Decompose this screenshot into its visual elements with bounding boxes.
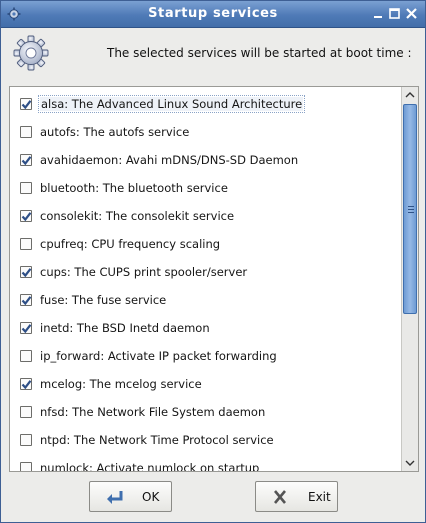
service-label: consolekit: The consolekit service — [40, 209, 235, 223]
service-label: mcelog: The mcelog service — [40, 377, 202, 391]
checkmark-icon — [21, 212, 32, 222]
service-checkbox[interactable] — [20, 294, 32, 306]
service-checkbox[interactable] — [20, 434, 32, 446]
grip-icon — [408, 206, 414, 213]
title-bar[interactable]: Startup services — [1, 1, 425, 28]
service-item[interactable]: fuse: The fuse service — [10, 285, 400, 313]
service-checkbox[interactable] — [20, 210, 32, 222]
service-item[interactable]: inetd: The BSD Inetd daemon — [10, 313, 400, 341]
services-gear-icon — [13, 35, 49, 71]
service-label: cups: The CUPS print spooler/server — [40, 265, 248, 279]
service-checkbox[interactable] — [20, 126, 32, 138]
services-list[interactable]: alsa: The Advanced Linux Sound Architect… — [9, 86, 419, 472]
service-label: bluetooth: The bluetooth service — [40, 181, 228, 195]
checkmark-icon — [21, 100, 32, 110]
scrollbar-thumb[interactable] — [403, 104, 417, 314]
service-checkbox[interactable] — [20, 98, 32, 110]
service-label: numlock: Activate numlock on startup — [40, 461, 260, 472]
service-label: fuse: The fuse service — [40, 293, 167, 307]
service-checkbox[interactable] — [20, 238, 32, 250]
checkmark-icon — [21, 296, 32, 306]
close-icon[interactable] — [405, 7, 418, 20]
service-item[interactable]: ip_forward: Activate IP packet forwardin… — [10, 341, 400, 369]
service-checkbox[interactable] — [20, 154, 32, 166]
service-label: ntpd: The Network Time Protocol service — [40, 433, 274, 447]
ok-button-label: OK — [142, 490, 160, 504]
service-label: autofs: The autofs service — [40, 125, 190, 139]
enter-arrow-icon — [107, 491, 123, 504]
service-checkbox[interactable] — [20, 462, 32, 471]
service-label: nfsd: The Network File System daemon — [40, 405, 266, 419]
service-checkbox[interactable] — [20, 378, 32, 390]
service-checkbox[interactable] — [20, 322, 32, 334]
ok-button[interactable]: OK — [89, 481, 172, 512]
maximize-icon[interactable] — [388, 7, 401, 20]
service-item[interactable]: cpufreq: CPU frequency scaling — [10, 229, 400, 257]
service-item[interactable]: mcelog: The mcelog service — [10, 369, 400, 397]
vertical-scrollbar[interactable] — [401, 87, 418, 471]
checkmark-icon — [21, 324, 32, 334]
startup-services-window: Startup services The selected services w… — [0, 0, 426, 523]
service-label: avahidaemon: Avahi mDNS/DNS-SD Daemon — [40, 153, 299, 167]
scroll-down-icon[interactable] — [402, 455, 418, 471]
service-item[interactable]: cups: The CUPS print spooler/server — [10, 257, 400, 285]
scroll-up-icon[interactable] — [402, 87, 418, 103]
service-label: inetd: The BSD Inetd daemon — [40, 321, 210, 335]
minimize-icon[interactable] — [372, 7, 385, 20]
exit-x-icon — [274, 490, 286, 504]
instruction-text: The selected services will be started at… — [107, 46, 412, 60]
exit-button-label: Exit — [308, 490, 331, 504]
service-label: ip_forward: Activate IP packet forwardin… — [40, 349, 277, 363]
checkmark-icon — [21, 268, 32, 278]
service-item[interactable]: alsa: The Advanced Linux Sound Architect… — [10, 89, 400, 117]
service-checkbox[interactable] — [20, 182, 32, 194]
service-label: cpufreq: CPU frequency scaling — [40, 237, 221, 251]
service-checkbox[interactable] — [20, 266, 32, 278]
service-item[interactable]: ntpd: The Network Time Protocol service — [10, 425, 400, 453]
service-item[interactable]: nfsd: The Network File System daemon — [10, 397, 400, 425]
service-label: alsa: The Advanced Linux Sound Architect… — [37, 95, 306, 113]
checkmark-icon — [21, 380, 32, 390]
service-item[interactable]: bluetooth: The bluetooth service — [10, 173, 400, 201]
service-item[interactable]: consolekit: The consolekit service — [10, 201, 400, 229]
service-checkbox[interactable] — [20, 350, 32, 362]
window-title: Startup services — [148, 6, 278, 21]
checkmark-icon — [21, 156, 32, 166]
service-item[interactable]: avahidaemon: Avahi mDNS/DNS-SD Daemon — [10, 145, 400, 173]
service-item[interactable]: numlock: Activate numlock on startup — [10, 453, 400, 472]
exit-button[interactable]: Exit — [255, 481, 338, 512]
service-item[interactable]: autofs: The autofs service — [10, 117, 400, 145]
service-checkbox[interactable] — [20, 406, 32, 418]
